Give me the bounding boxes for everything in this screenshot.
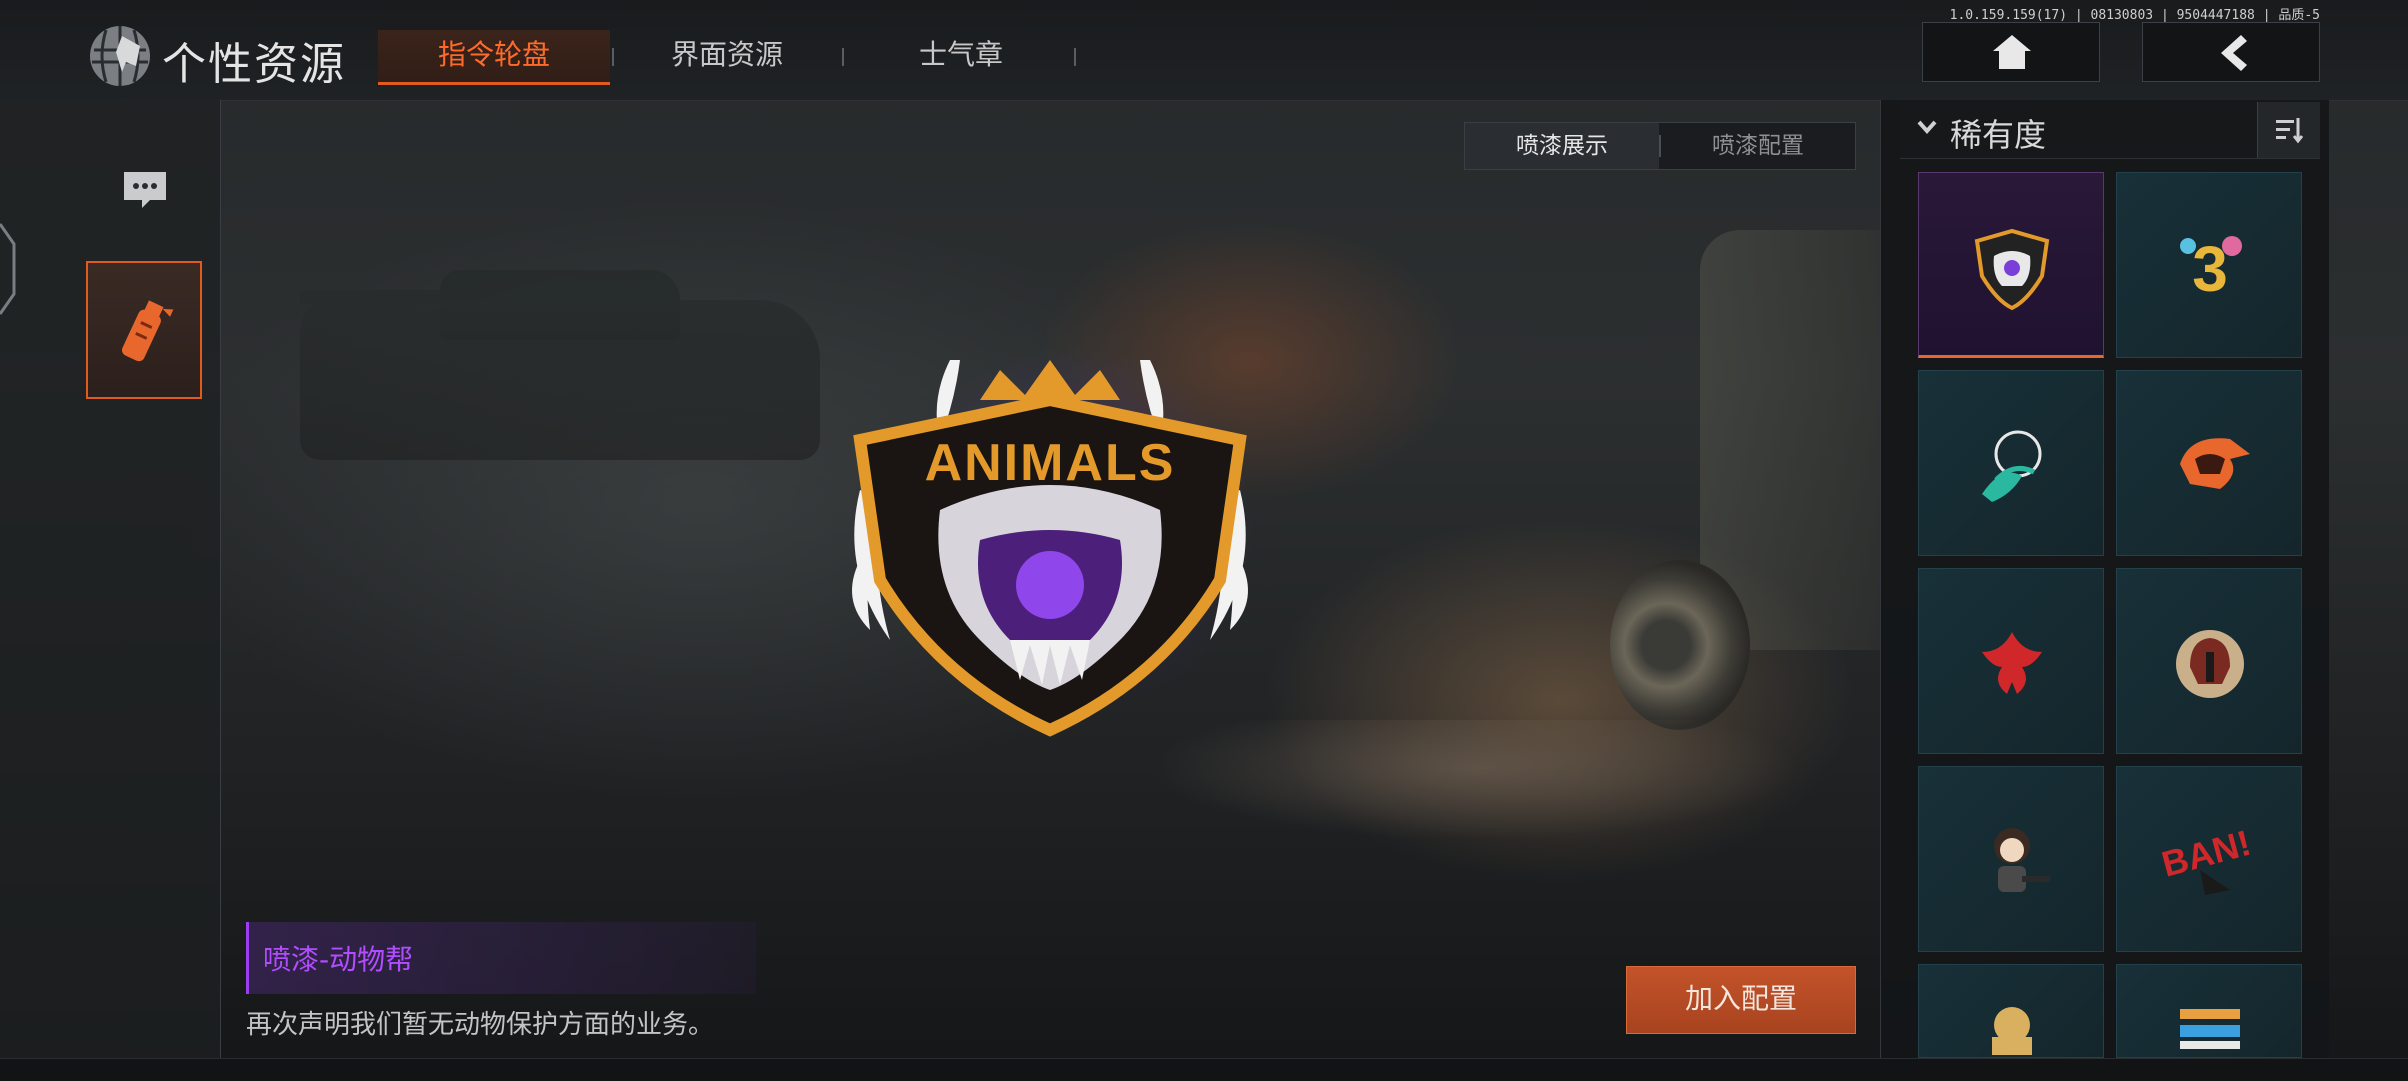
sort-button[interactable] <box>2257 102 2320 158</box>
sidebar-item-chat[interactable] <box>110 160 180 220</box>
bottom-strip <box>0 1058 2408 1081</box>
toggle-spray-config[interactable]: 喷漆配置 <box>1661 123 1855 169</box>
bang-graffiti-icon: BAN! <box>2160 822 2255 895</box>
view-toggle: 喷漆展示 喷漆配置 <box>1464 122 1856 170</box>
tab-ui-resources[interactable]: 界面资源 <box>610 30 844 82</box>
item-name-box: 喷漆-动物帮 <box>246 922 756 994</box>
animals-emblem-preview: ANIMALS <box>852 360 1248 737</box>
grid-item[interactable] <box>1918 964 2104 1058</box>
edge-handle-icon[interactable] <box>0 214 18 324</box>
item-description: 再次声明我们暂无动物保护方面的业务。 <box>246 1010 715 1040</box>
spartan-helmet-icon <box>2176 630 2244 698</box>
sort-icon <box>2276 118 2304 144</box>
rarity-label: 稀有度 <box>1950 116 2047 154</box>
flaming-helmet-icon <box>2180 438 2250 489</box>
chat-bubble-icon <box>124 172 166 208</box>
globe-logo-icon <box>90 26 150 86</box>
wraiths-outlaws-icon <box>1982 430 2042 502</box>
tab-divider <box>1074 48 1076 66</box>
golden-figure-icon <box>1992 1007 2032 1055</box>
back-arrow-icon <box>2221 35 2247 71</box>
pixel-logo-icon <box>2180 1009 2240 1049</box>
grid-item[interactable] <box>1918 172 2104 358</box>
chibi-soldier-icon <box>1994 828 2050 892</box>
home-icon <box>1993 35 2031 69</box>
tank-silhouette <box>300 300 820 460</box>
item-name: 喷漆-动物帮 <box>263 943 414 976</box>
grid-item[interactable] <box>1918 370 2104 556</box>
tab-command-wheel[interactable]: 指令轮盘 <box>378 30 610 85</box>
grid-item[interactable] <box>1918 568 2104 754</box>
spray-grenade-icon <box>121 300 174 362</box>
back-button[interactable] <box>2142 22 2320 82</box>
number-three-balloon-icon: 3 <box>2180 233 2242 305</box>
rarity-filter[interactable]: 稀有度 <box>1900 102 2320 159</box>
toggle-spray-showcase[interactable]: 喷漆展示 <box>1465 123 1659 169</box>
emblem-text: ANIMALS <box>925 434 1176 492</box>
page-title: 个性资源 <box>162 39 346 90</box>
sidebar-item-spray[interactable] <box>86 261 202 399</box>
top-bar: 1.0.159.159(17) | 08130803 | 9504447188 … <box>0 0 2408 101</box>
version-text: 1.0.159.159(17) | 08130803 | 9504447188 … <box>1949 8 2320 23</box>
grid-item[interactable] <box>2116 964 2302 1058</box>
grid-item[interactable] <box>2116 370 2302 556</box>
grid-item[interactable] <box>1918 766 2104 952</box>
animals-emblem-icon <box>1974 228 2050 311</box>
home-button[interactable] <box>1922 22 2100 82</box>
red-phoenix-icon <box>1982 632 2042 694</box>
grid-item[interactable]: BAN! <box>2116 766 2302 952</box>
grid-item[interactable] <box>2116 568 2302 754</box>
truck-wheel <box>1610 560 1750 730</box>
chevron-down-icon <box>1916 116 1938 144</box>
add-to-config-button[interactable]: 加入配置 <box>1626 966 1856 1034</box>
grid-item[interactable]: 3 <box>2116 172 2302 358</box>
tab-morale-badge[interactable]: 士气章 <box>844 30 1078 82</box>
left-sidebar <box>0 100 221 1058</box>
